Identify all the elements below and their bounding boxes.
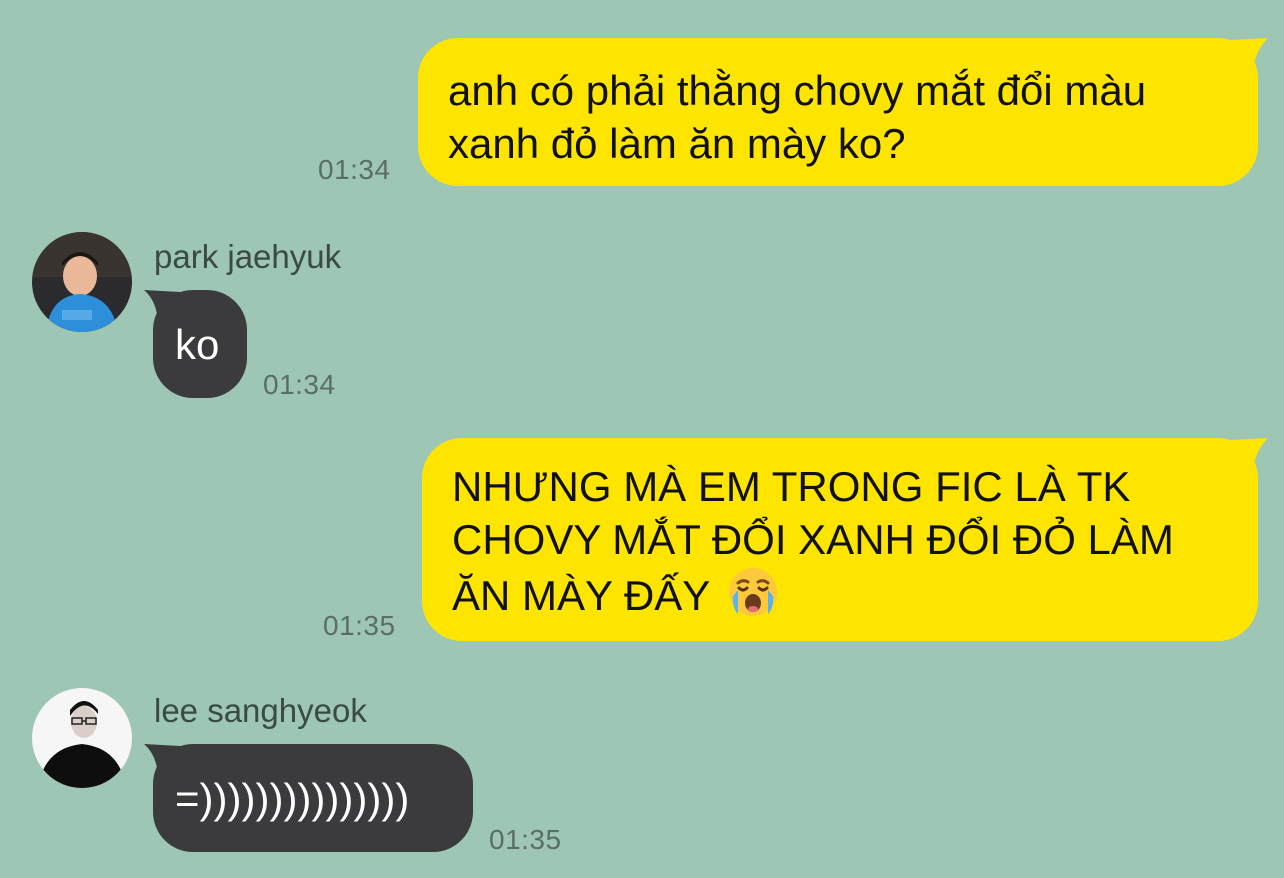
- avatar-park-jaehyuk[interactable]: [32, 232, 132, 332]
- chat-view: 01:34 anh có phải thằng chovy mắt đổi mà…: [0, 0, 1284, 878]
- message-text: CHOVY MẮT ĐỔI XANH ĐỔI ĐỎ LÀM: [452, 516, 1174, 563]
- avatar-lee-sanghyeok[interactable]: [32, 688, 132, 788]
- message-text: xanh đỏ làm ăn mày ko?: [448, 120, 906, 167]
- message-timestamp: 01:34: [318, 154, 391, 185]
- message-text: NHƯNG MÀ EM TRONG FIC LÀ TK: [452, 463, 1131, 510]
- message-text: anh có phải thằng chovy mắt đổi màu: [448, 67, 1147, 114]
- message-text: ko: [175, 321, 220, 368]
- message-timestamp: 01:35: [323, 610, 396, 641]
- message-timestamp: 01:34: [263, 369, 336, 400]
- incoming-message-bubble[interactable]: ko: [153, 290, 247, 398]
- message-text: =))))))))))))))): [175, 775, 410, 822]
- loudly-crying-face-emoji: [729, 568, 778, 616]
- outgoing-message-bubble[interactable]: NHƯNG MÀ EM TRONG FIC LÀ TK CHOVY MẮT ĐỔ…: [422, 438, 1258, 641]
- message-timestamp: 01:35: [489, 824, 562, 855]
- outgoing-message-bubble[interactable]: anh có phải thằng chovy mắt đổi màu xanh…: [418, 38, 1258, 186]
- sender-name: lee sanghyeok: [154, 692, 367, 729]
- man-glasses-black-outfit-avatar-icon: [32, 688, 132, 788]
- incoming-message-bubble[interactable]: =))))))))))))))): [153, 744, 473, 852]
- sender-name: park jaehyuk: [154, 238, 342, 275]
- boy-blue-shirt-avatar-icon: [32, 232, 132, 332]
- message-text: ĂN MÀY ĐẤY: [452, 572, 710, 619]
